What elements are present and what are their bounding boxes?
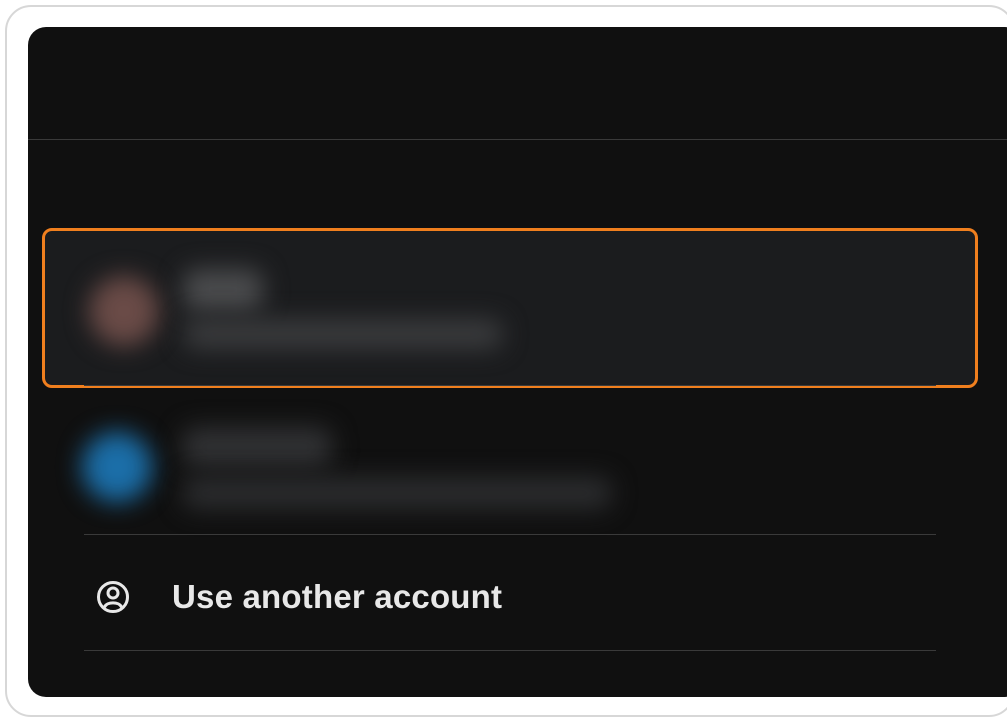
use-another-account-button[interactable]: Use another account	[84, 547, 936, 647]
account-row[interactable]	[42, 397, 978, 532]
blurred-account-email	[182, 477, 612, 509]
blurred-avatar	[89, 276, 159, 346]
blurred-avatar	[82, 432, 152, 502]
blurred-account-name	[182, 427, 332, 467]
account-list-divider	[84, 534, 936, 535]
account-row-divider	[84, 385, 936, 386]
blurred-account-email	[183, 319, 503, 349]
bottom-divider	[84, 650, 936, 651]
header-divider	[28, 139, 1007, 140]
blurred-account-name	[183, 269, 263, 311]
use-another-account-label: Use another account	[172, 578, 503, 615]
account-row-selected[interactable]	[42, 228, 978, 388]
account-chooser-panel: Use another account	[28, 27, 1007, 697]
account-circle-icon	[96, 580, 130, 614]
